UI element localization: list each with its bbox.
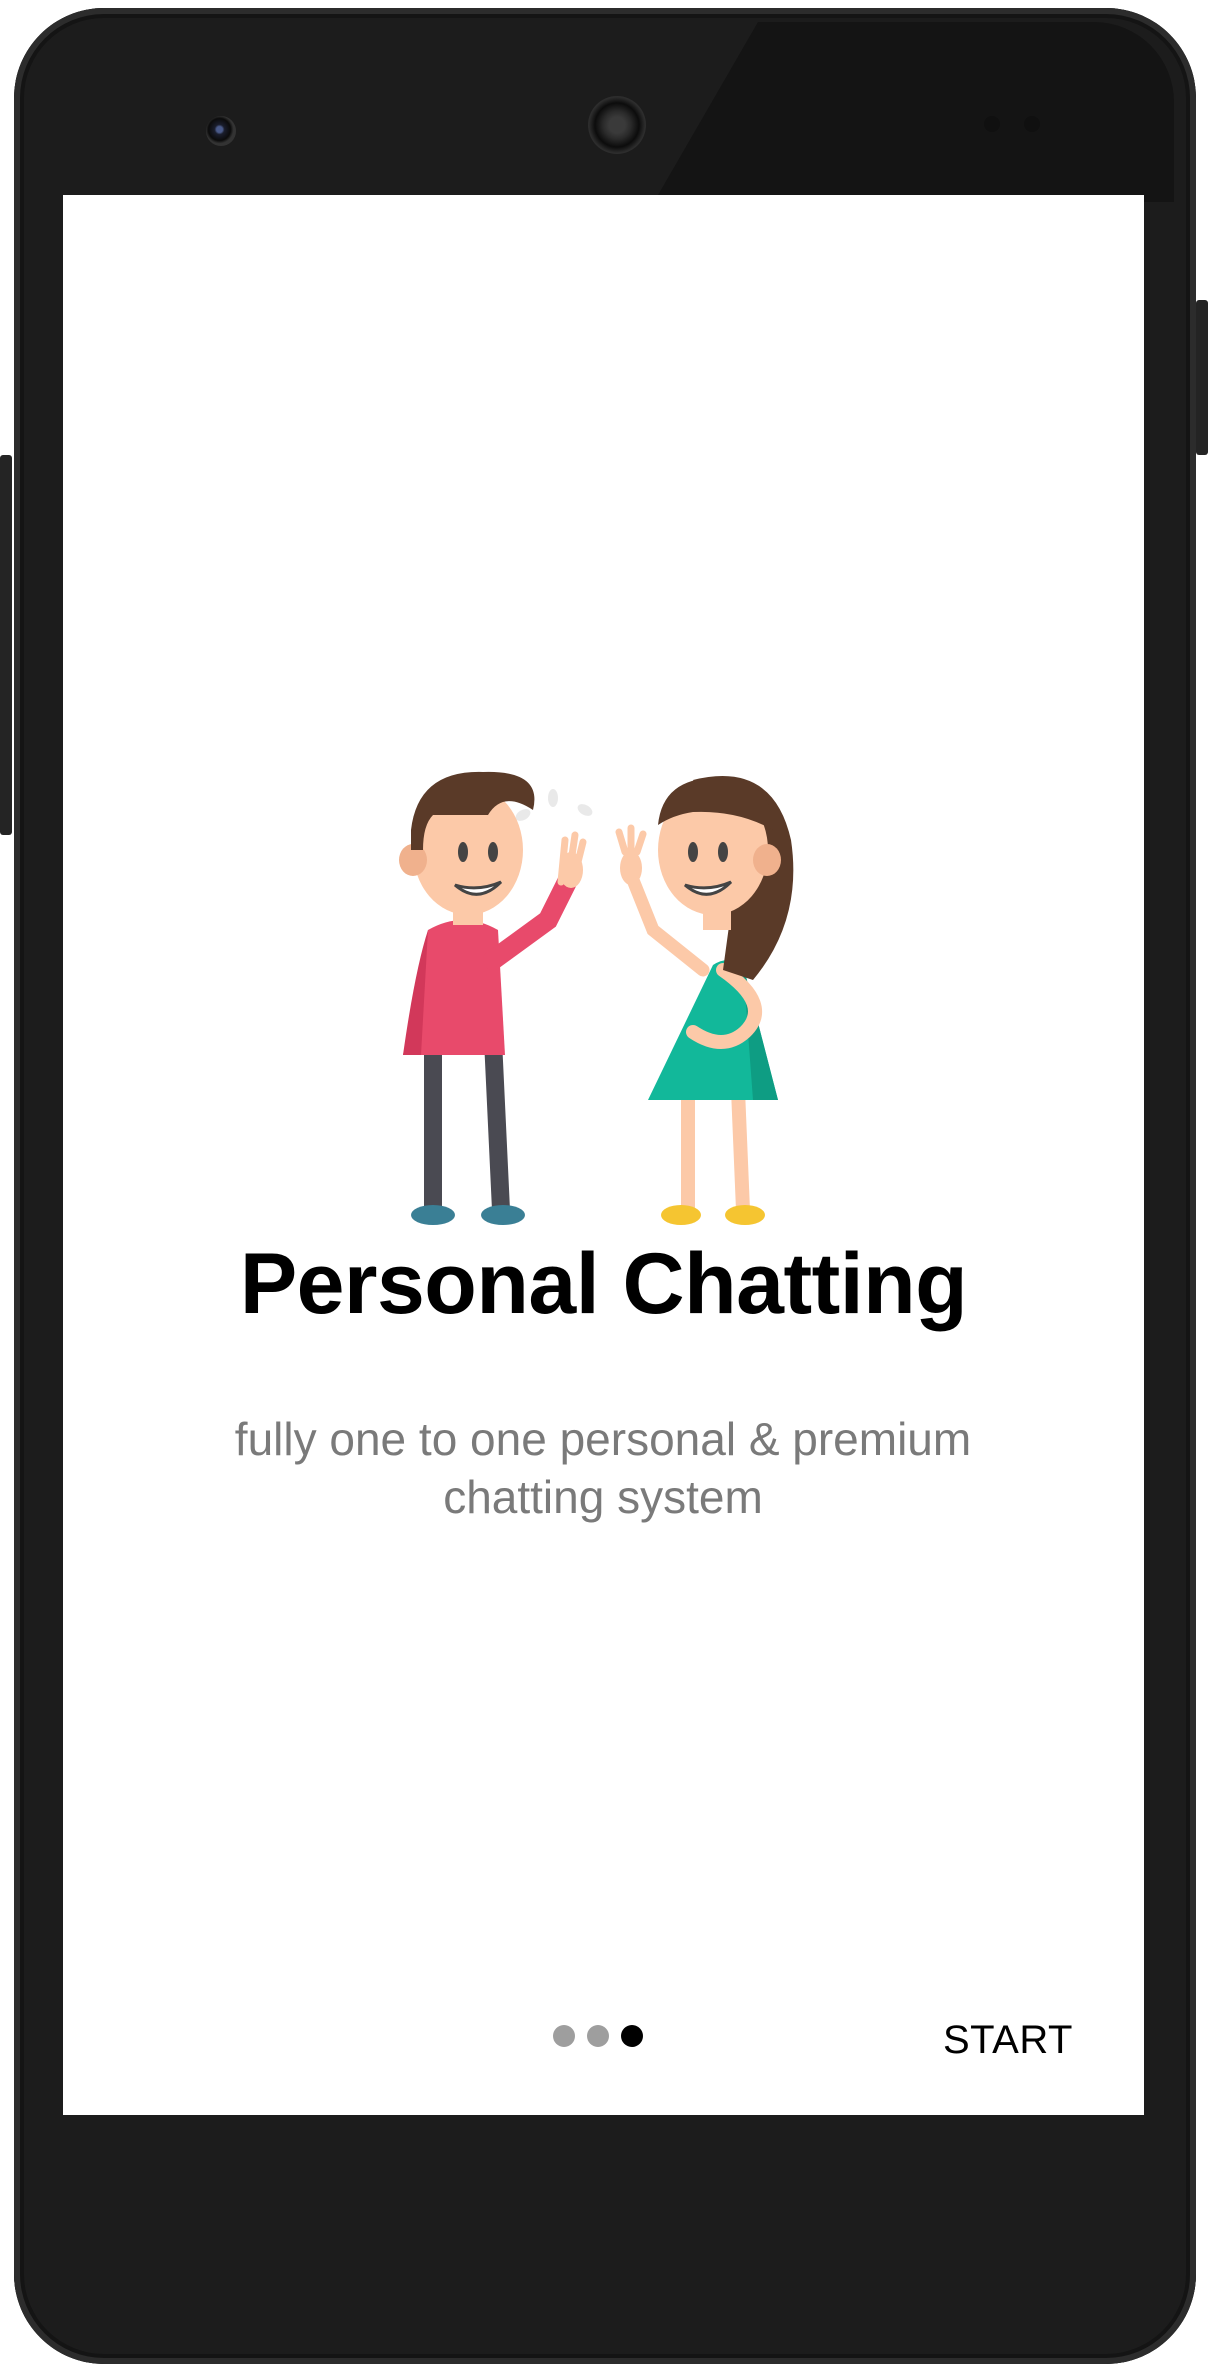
speaker-grill-icon: [588, 96, 646, 154]
page-dot-3-active[interactable]: [621, 2025, 643, 2047]
frame-reflection: [654, 22, 1174, 202]
start-button[interactable]: START: [933, 2015, 1083, 2065]
page-dot-2[interactable]: [587, 2025, 609, 2047]
page-title: Personal Chatting: [239, 1236, 968, 1332]
light-sensor-icon: [1024, 116, 1040, 132]
proximity-sensor-icon: [984, 116, 1000, 132]
high-five-couple-icon: [399, 771, 794, 1225]
volume-button: [0, 455, 12, 835]
onboarding-screen: Personal Chatting fully one to one perso…: [63, 195, 1144, 2115]
page-indicator: [553, 2025, 643, 2051]
page-dot-1[interactable]: [553, 2025, 575, 2047]
power-button: [1196, 300, 1208, 455]
front-camera-icon: [206, 116, 236, 146]
page-subtitle: fully one to one personal & premium chat…: [234, 1413, 972, 1523]
